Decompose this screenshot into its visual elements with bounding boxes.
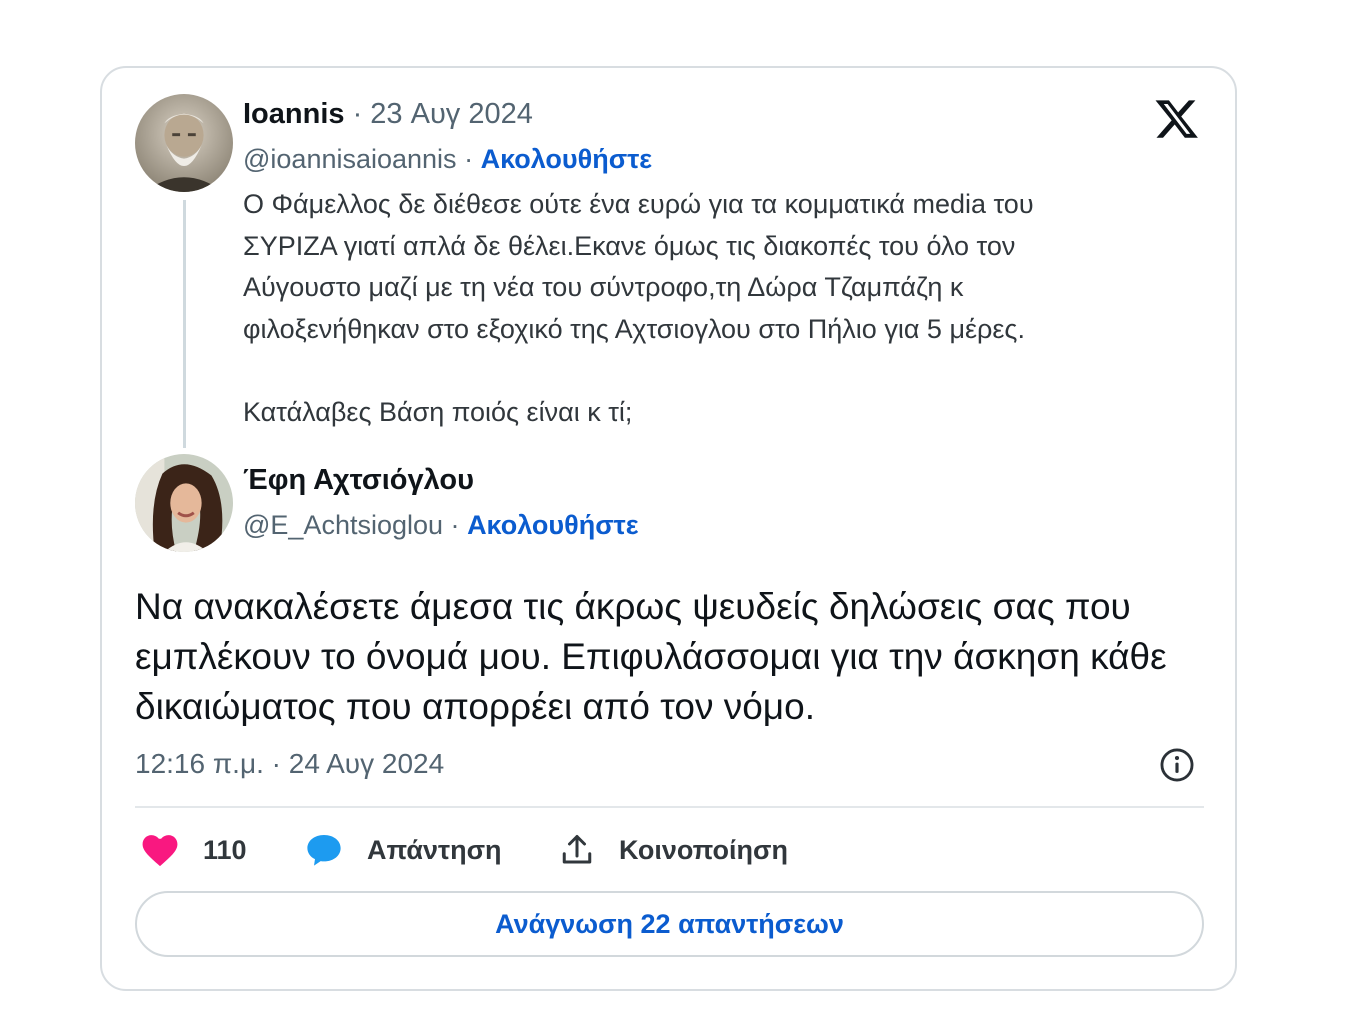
- tweet-handle-row: @E_Achtsioglou · Ακολουθήστε: [243, 510, 639, 541]
- thread-connector-line: [183, 200, 186, 448]
- quoted-date[interactable]: · 23 Αυγ 2024: [353, 98, 533, 130]
- reply-button[interactable]: Απάντηση: [305, 828, 502, 872]
- tweet-author-name[interactable]: Έφη Αχτσιόγλου: [243, 464, 474, 496]
- quoted-handle-row: @ioannisaioannis · Ακολουθήστε: [243, 144, 652, 175]
- tweet-timestamp[interactable]: 12:16 π.μ. · 24 Αυγ 2024: [135, 748, 444, 780]
- tweet-embed-card: Ioannis · 23 Αυγ 2024 @ioannisaioannis ·…: [100, 66, 1237, 991]
- quoted-author-name[interactable]: Ioannis: [243, 98, 345, 130]
- divider: [135, 806, 1204, 808]
- info-icon[interactable]: [1158, 746, 1196, 784]
- quoted-handle[interactable]: @ioannisaioannis: [243, 144, 457, 174]
- quoted-tweet-text: Ο Φάμελλος δε διέθεσε ούτε ένα ευρώ για …: [243, 189, 1034, 427]
- follow-efi-link[interactable]: Ακολουθήστε: [467, 510, 638, 540]
- avatar-ioannis[interactable]: [135, 94, 233, 192]
- share-label: Κοινοποίηση: [619, 834, 789, 865]
- follow-ioannis-link[interactable]: Ακολουθήστε: [481, 144, 652, 174]
- reply-bubble-icon: [307, 834, 341, 866]
- tweet-handle[interactable]: @E_Achtsioglou: [243, 510, 443, 540]
- avatar-efi-achtsioglou[interactable]: [135, 454, 233, 552]
- reply-label: Απάντηση: [367, 834, 502, 865]
- read-replies-button[interactable]: Ανάγνωση 22 απαντήσεων: [135, 891, 1204, 957]
- heart-icon: [142, 835, 178, 867]
- share-icon: [562, 835, 592, 864]
- quoted-author-row: Ioannis · 23 Αυγ 2024: [243, 98, 533, 131]
- share-button[interactable]: Κοινοποίηση: [559, 828, 788, 872]
- like-button[interactable]: 110: [141, 828, 247, 872]
- tweet-author-row: Έφη Αχτσιόγλου: [243, 464, 474, 497]
- tweet-text: Να ανακαλέσετε άμεσα τις άκρως ψευδείς δ…: [135, 586, 1167, 727]
- x-logo-icon[interactable]: [1154, 96, 1200, 142]
- like-count: 110: [203, 834, 247, 865]
- separator-dot: ·: [464, 144, 474, 174]
- separator-dot: ·: [450, 510, 460, 540]
